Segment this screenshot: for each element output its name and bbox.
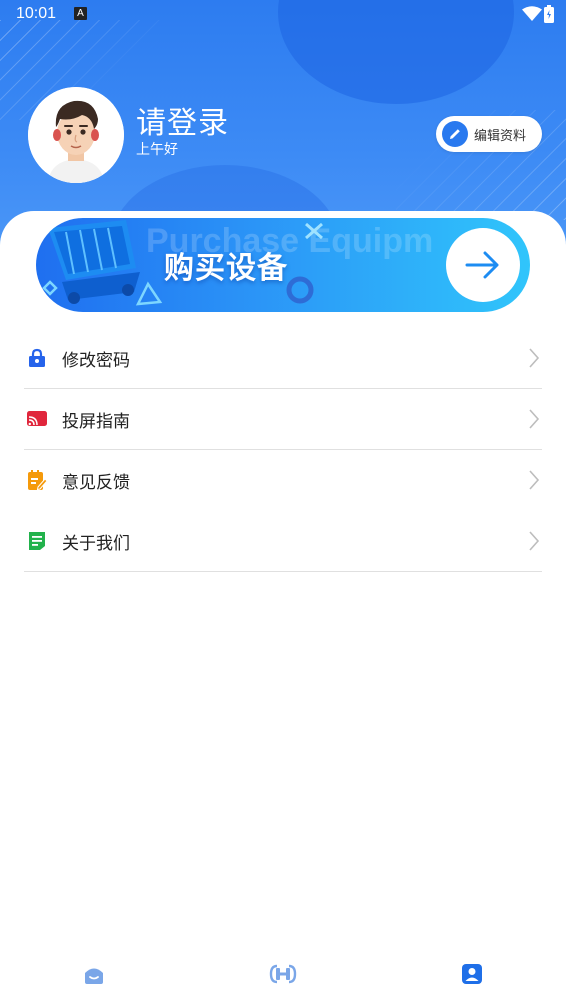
nav-profile-tab[interactable] — [460, 962, 484, 986]
pencil-icon — [442, 121, 468, 147]
status-bar: 10:01 A — [0, 0, 566, 28]
arrow-right-icon — [465, 251, 499, 279]
user-icon — [462, 964, 482, 984]
notification-icon: A — [74, 7, 87, 20]
purchase-equipment-banner[interactable]: Purchase Equipm 购买设备 — [36, 218, 530, 312]
username[interactable]: 请登录 — [136, 98, 229, 142]
device-icon — [269, 964, 297, 984]
menu-item-label: 关于我们 — [62, 533, 130, 554]
menu-item-feedback[interactable]: 意见反馈 — [24, 450, 542, 510]
edit-profile-label: 编辑资料 — [474, 128, 527, 144]
wifi-icon — [522, 6, 542, 21]
chevron-right-icon — [529, 531, 540, 551]
menu-item-change-password[interactable]: 修改密码 — [24, 328, 542, 388]
document-icon — [26, 530, 48, 552]
lock-icon — [26, 347, 48, 369]
battery-icon — [544, 5, 554, 23]
menu-item-cast-guide[interactable]: 投屏指南 — [24, 389, 542, 449]
bottom-navigation — [0, 948, 566, 1006]
home-icon — [85, 968, 103, 984]
nav-device-tab[interactable] — [269, 962, 297, 986]
menu-item-label: 投屏指南 — [62, 411, 130, 432]
chevron-right-icon — [529, 409, 540, 429]
chevron-right-icon — [529, 348, 540, 368]
status-time: 10:01 — [16, 5, 57, 22]
chevron-right-icon — [529, 470, 540, 490]
nav-home-tab[interactable] — [82, 962, 106, 986]
menu-item-label: 修改密码 — [62, 350, 130, 371]
greeting: 上午好 — [136, 142, 178, 158]
menu-item-label: 意见反馈 — [62, 472, 130, 493]
banner-title: 购买设备 — [164, 251, 288, 286]
edit-profile-button[interactable]: 编辑资料 — [436, 116, 542, 152]
menu-divider — [24, 571, 542, 572]
avatar-illustration — [28, 87, 124, 183]
menu-item-about-us[interactable]: 关于我们 — [24, 511, 542, 571]
feedback-icon — [26, 469, 48, 491]
settings-menu: 修改密码 投屏指南 意见反馈 关于我们 — [24, 328, 542, 572]
cast-icon — [26, 408, 48, 430]
banner-arrow-button[interactable] — [446, 228, 520, 302]
avatar[interactable] — [28, 87, 124, 183]
